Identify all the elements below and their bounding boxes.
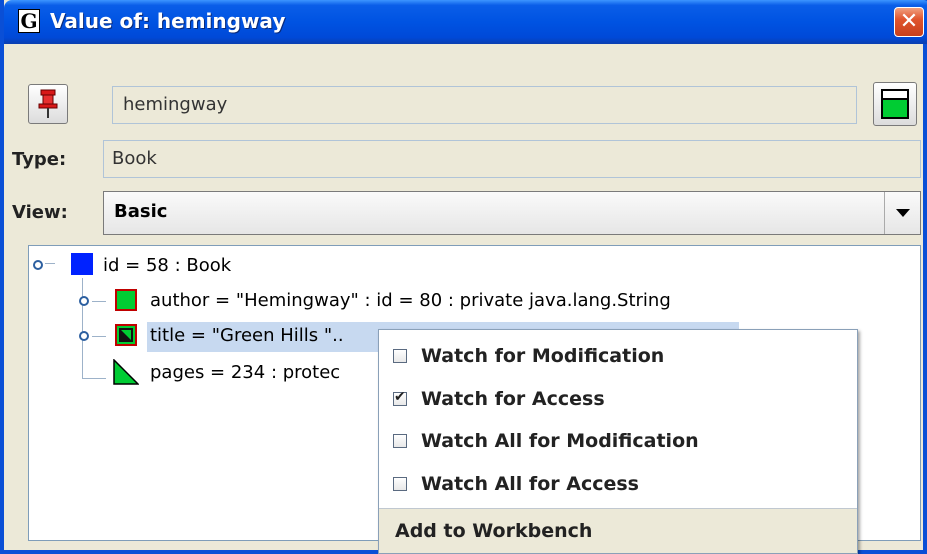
menu-item-watch-all-modification[interactable]: Watch All for Modification [379, 420, 857, 462]
menu-item-add-to-workbench[interactable]: Add to Workbench [379, 509, 857, 553]
color-button[interactable] [873, 82, 917, 126]
tree-node-label: title = "Green Hills ".. [150, 325, 344, 346]
menu-item-watch-access[interactable]: Watch for Access [379, 378, 857, 420]
app-icon: G [18, 9, 40, 33]
type-label: Type: [12, 149, 67, 170]
green-square-icon [115, 289, 137, 311]
tree-node-label: author = "Hemingway" : id = 80 : private… [150, 290, 671, 311]
tree-node-label: id = 58 : Book [103, 255, 232, 276]
menu-item-label: Watch All for Access [421, 473, 639, 495]
view-selected-value: Basic [114, 201, 168, 222]
checkbox-checked-icon [393, 389, 407, 406]
primitive-triangle-icon [113, 359, 139, 385]
menu-item-watch-modification[interactable]: Watch for Modification [379, 335, 857, 377]
expander-icon[interactable] [33, 260, 43, 270]
expander-icon[interactable] [79, 331, 89, 341]
menu-item-watch-all-access[interactable]: Watch All for Access [379, 463, 857, 505]
menu-item-label: Add to Workbench [395, 520, 593, 542]
type-field: Book [103, 140, 921, 178]
checkbox-icon [393, 349, 407, 363]
menu-item-label: Watch for Access [421, 388, 605, 410]
title-bar[interactable]: G Value of: hemingway ✕ [4, 0, 927, 44]
blue-square-icon [71, 253, 93, 275]
chevron-down-icon[interactable] [884, 192, 920, 234]
tree-node-label: pages = 234 : protec [150, 362, 341, 383]
checkbox-icon [393, 477, 407, 491]
close-button[interactable]: ✕ [894, 7, 924, 37]
watched-field-icon [115, 324, 137, 346]
checkbox-icon [393, 434, 407, 448]
value-window: G Value of: hemingway ✕ hemingway Type: … [0, 0, 927, 554]
tree-node-pages[interactable]: pages = 234 : protec [29, 359, 429, 389]
menu-item-label: Watch for Modification [421, 345, 665, 367]
view-label: View: [12, 202, 68, 223]
tree-node-root[interactable]: id = 58 : Book [29, 252, 329, 282]
expander-icon[interactable] [79, 296, 89, 306]
pin-button[interactable] [28, 84, 68, 124]
close-icon: ✕ [899, 9, 919, 34]
view-select[interactable]: Basic [103, 191, 921, 235]
object-name-field[interactable]: hemingway [112, 86, 857, 124]
pin-icon [38, 89, 58, 118]
context-menu: Watch for Modification Watch for Access … [378, 329, 858, 554]
tree-node-author[interactable]: author = "Hemingway" : id = 80 : private… [29, 287, 789, 317]
menu-item-label: Watch All for Modification [421, 430, 699, 452]
window-title: Value of: hemingway [50, 9, 286, 33]
color-swatch-icon [881, 89, 909, 119]
